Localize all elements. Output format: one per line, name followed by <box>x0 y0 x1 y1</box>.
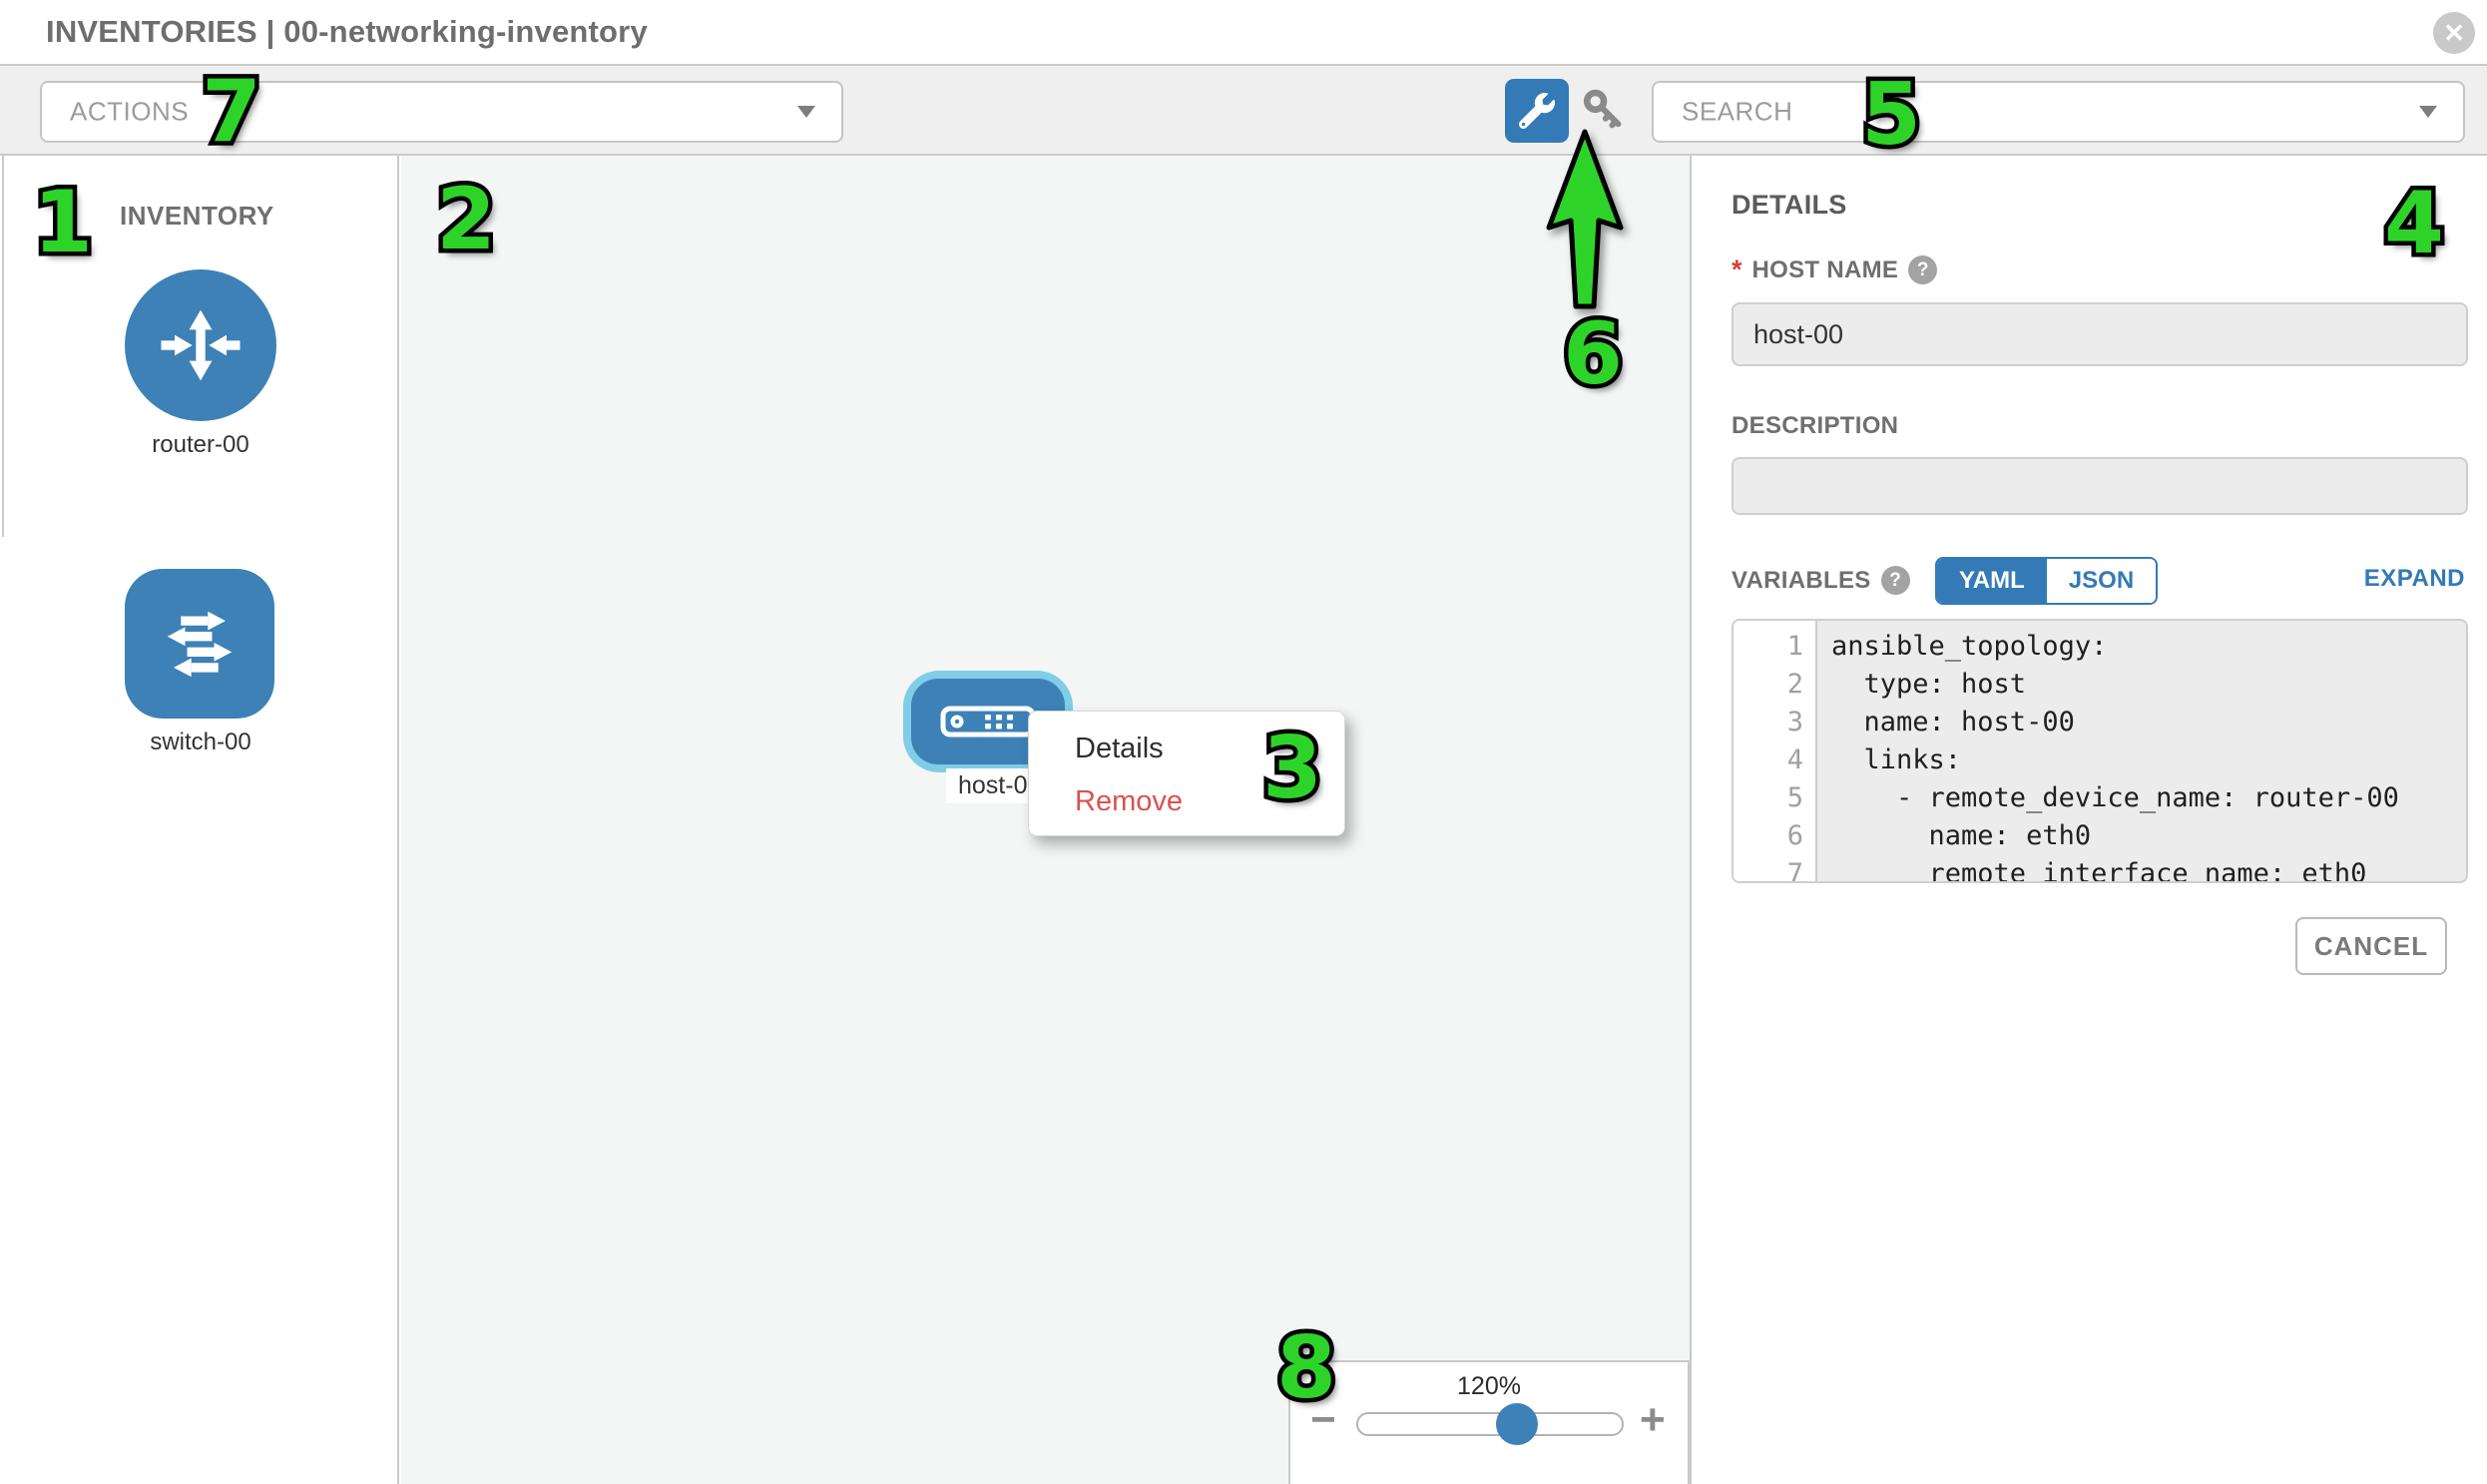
context-menu: Details Remove <box>1028 711 1345 836</box>
zoom-slider-thumb[interactable] <box>1496 1403 1538 1445</box>
variables-label: VARIABLES <box>1732 567 1871 595</box>
help-icon[interactable]: ? <box>1881 566 1910 595</box>
chevron-down-icon <box>797 106 815 118</box>
zoom-in-button[interactable]: + <box>1640 1398 1666 1442</box>
line-number: 4 <box>1734 742 1817 779</box>
code-line: 3 name: host-00 <box>1734 704 2466 742</box>
switch-icon <box>125 569 274 719</box>
host-name-row: * HOST NAME ? <box>1732 254 1937 285</box>
palette-item-label: switch-00 <box>125 729 276 756</box>
line-number: 3 <box>1734 704 1817 742</box>
host-name-input[interactable] <box>1732 302 2468 366</box>
json-tab[interactable]: JSON <box>2047 559 2156 603</box>
zoom-slider[interactable] <box>1356 1412 1624 1436</box>
required-asterisk: * <box>1732 254 1742 285</box>
description-label: DESCRIPTION <box>1732 412 1898 440</box>
topology-canvas[interactable]: host-00 Details Remove 120% − + <box>401 156 1692 1484</box>
context-menu-item-details[interactable]: Details <box>1075 726 1344 771</box>
awx-topology-screen: INVENTORIES | 00-networking-inventory ✕ … <box>0 0 2487 1484</box>
code-line: 6 name: eth0 <box>1734 817 2466 855</box>
code-line: 2 type: host <box>1734 666 2466 704</box>
line-text: type: host <box>1817 666 2026 704</box>
router-icon <box>125 269 276 421</box>
palette-item-router[interactable]: router-00 <box>125 269 276 459</box>
toolbar: ACTIONS SEARCH <box>0 66 2487 156</box>
yaml-json-toggle: YAML JSON <box>1935 557 2158 605</box>
inventory-sidebar: INVENTORY router-00 <box>0 156 399 1484</box>
key-icon <box>1580 87 1628 135</box>
help-icon[interactable]: ? <box>1908 255 1937 284</box>
context-menu-item-remove[interactable]: Remove <box>1075 778 1344 824</box>
line-number: 2 <box>1734 666 1817 704</box>
page-header: INVENTORIES | 00-networking-inventory ✕ <box>0 0 2487 66</box>
line-text: name: host-00 <box>1817 704 2075 742</box>
close-icon[interactable]: ✕ <box>2433 12 2475 54</box>
yaml-tab[interactable]: YAML <box>1937 559 2047 603</box>
zoom-control-panel: 120% − + <box>1288 1360 1690 1484</box>
zoom-out-button[interactable]: − <box>1310 1398 1336 1442</box>
search-placeholder: SEARCH <box>1682 97 1792 128</box>
sidebar-edge-divider <box>2 156 4 537</box>
line-text: name: eth0 <box>1817 817 2091 855</box>
page-title: INVENTORIES | 00-networking-inventory <box>46 14 648 50</box>
actions-dropdown[interactable]: ACTIONS <box>40 81 843 143</box>
description-input[interactable] <box>1732 457 2468 515</box>
chevron-down-icon <box>2419 106 2437 118</box>
zoom-value: 120% <box>1290 1372 1688 1401</box>
variables-editor[interactable]: 1 ansible_topology: 2 type: host 3 name:… <box>1732 619 2468 883</box>
host-name-label: HOST NAME <box>1752 256 1899 284</box>
wrench-icon <box>1519 93 1555 129</box>
host-icon <box>940 706 1036 738</box>
line-number: 6 <box>1734 817 1817 855</box>
variables-row: VARIABLES ? <box>1732 566 1910 595</box>
sidebar-heading: INVENTORY <box>120 201 274 232</box>
palette-item-label: router-00 <box>125 431 276 459</box>
search-dropdown[interactable]: SEARCH <box>1652 81 2465 143</box>
code-line: 5 - remote_device_name: router-00 <box>1734 779 2466 817</box>
cancel-button[interactable]: CANCEL <box>2295 917 2447 975</box>
line-number: 5 <box>1734 779 1817 817</box>
line-text: ansible_topology: <box>1817 628 2107 666</box>
credentials-button[interactable] <box>1579 86 1629 136</box>
code-line: 7 remote_interface_name: eth0 <box>1734 855 2466 883</box>
details-title: DETAILS <box>1732 190 1847 221</box>
tools-button[interactable] <box>1505 79 1569 143</box>
actions-label: ACTIONS <box>70 97 189 128</box>
palette-item-switch[interactable]: switch-00 <box>125 569 276 756</box>
line-text: remote_interface_name: eth0 <box>1817 855 2366 883</box>
description-row: DESCRIPTION <box>1732 412 1898 440</box>
line-text: links: <box>1817 742 1961 779</box>
line-number: 7 <box>1734 855 1817 883</box>
line-number: 1 <box>1734 628 1817 666</box>
code-line: 4 links: <box>1734 742 2466 779</box>
code-line: 1 ansible_topology: <box>1734 628 2466 666</box>
details-panel: DETAILS * HOST NAME ? DESCRIPTION VARIAB… <box>1692 156 2487 1484</box>
editor-lines: 1 ansible_topology: 2 type: host 3 name:… <box>1734 628 2466 883</box>
expand-link[interactable]: EXPAND <box>2364 565 2465 593</box>
line-text: - remote_device_name: router-00 <box>1817 779 2399 817</box>
